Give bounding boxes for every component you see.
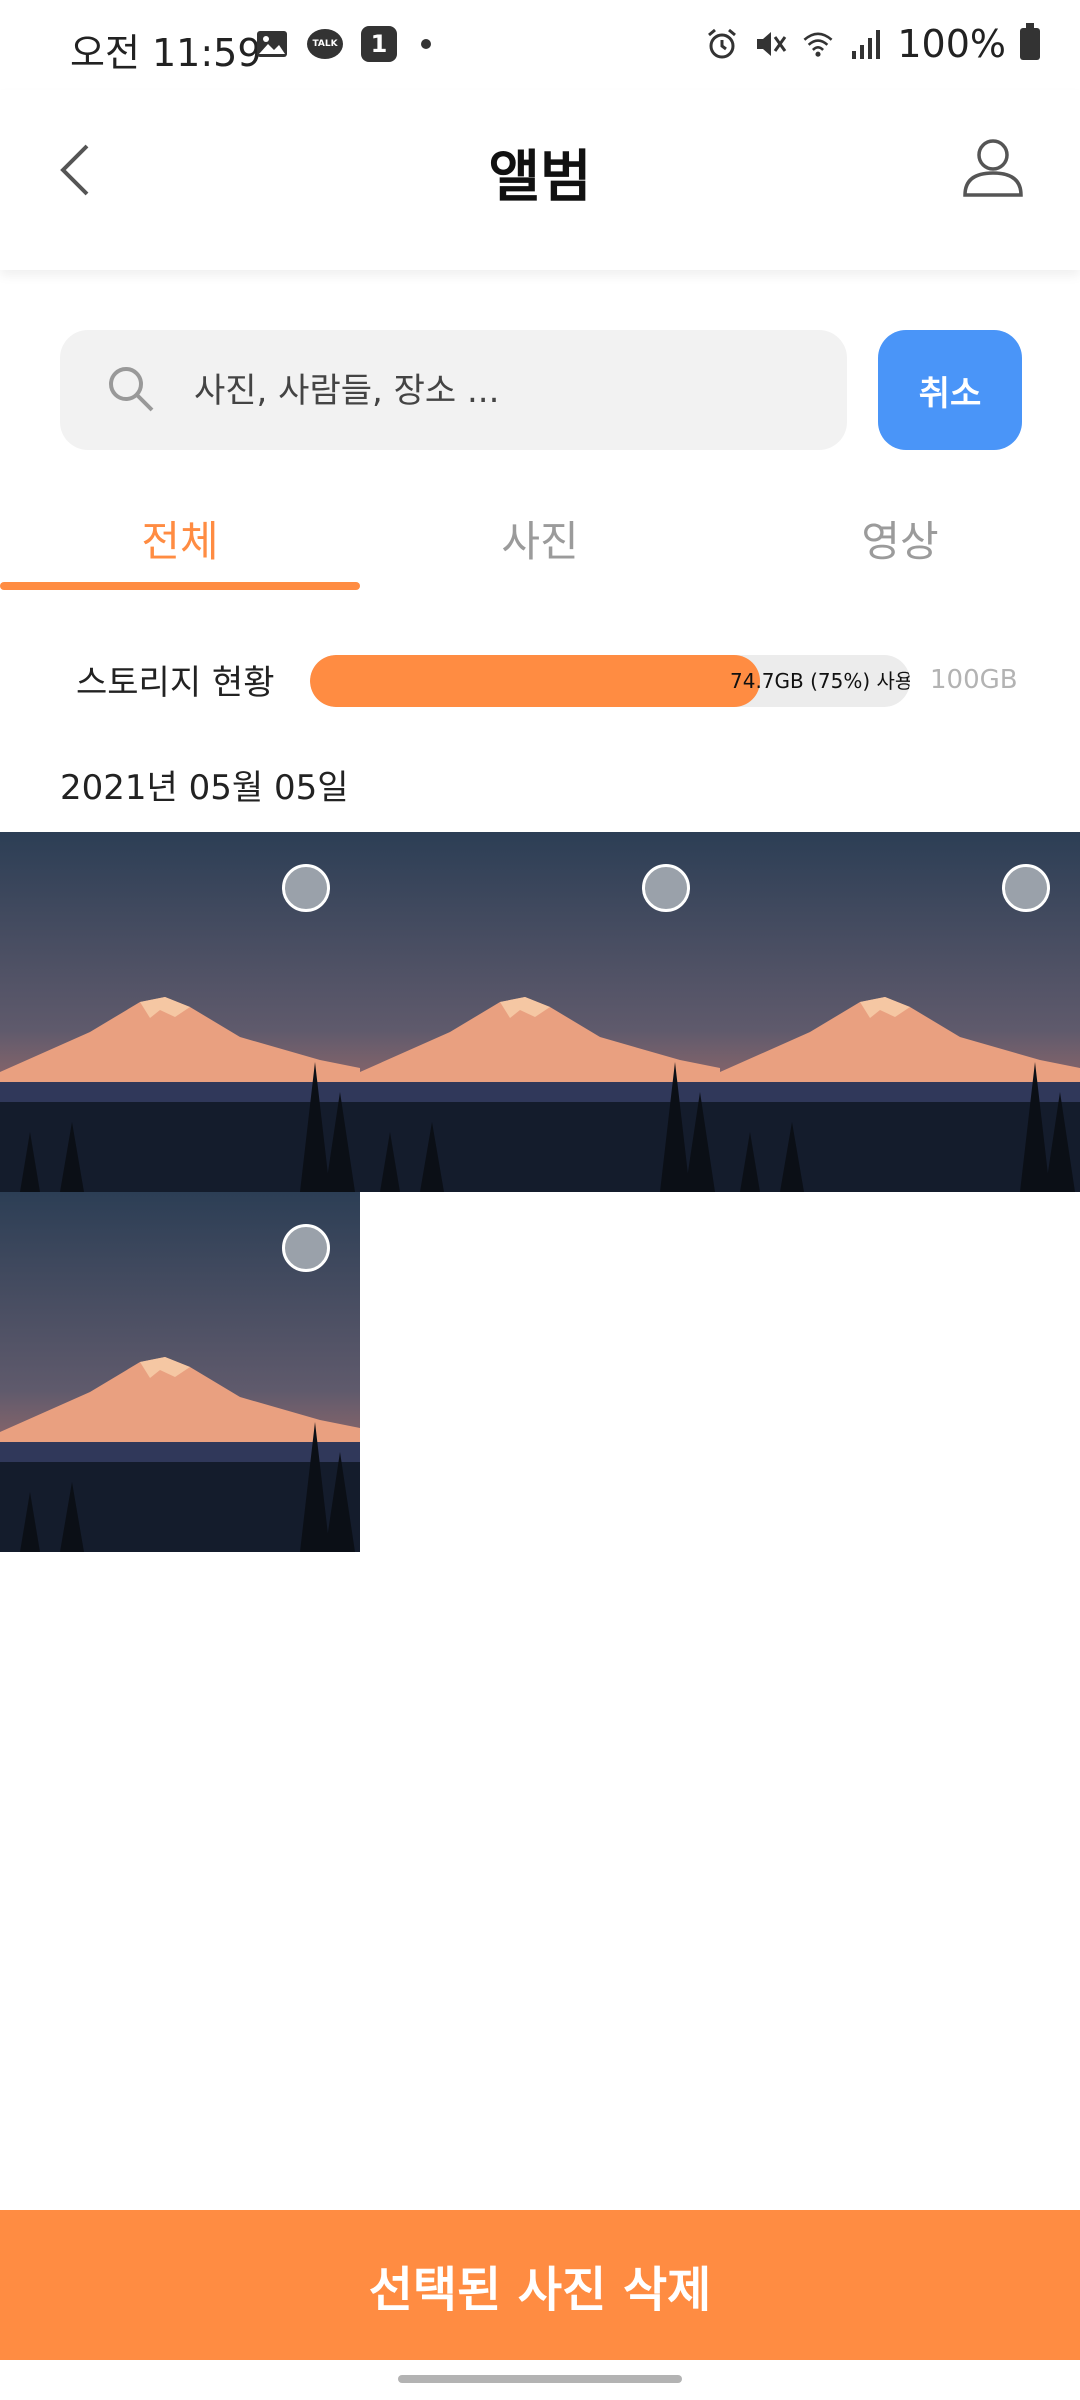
dot-icon [421,39,431,49]
photo-thumbnail[interactable] [360,832,720,1192]
kakaotalk-icon: TALK [307,29,343,59]
status-left-icons: TALK 1 [255,26,431,62]
tab-videos[interactable]: 영상 [720,490,1080,590]
alarm-icon [705,27,739,61]
tab-photos[interactable]: 사진 [360,490,720,590]
storage-used-text: 74.7GB (75%) 사용중 [730,669,910,693]
select-checkbox[interactable] [642,864,690,912]
page-title: 앨범 [488,145,592,210]
album-date-header: 2021년 05월 05일 [60,768,349,808]
photo-thumbnail[interactable] [720,832,1080,1192]
storage-progress-fill [310,655,760,707]
delete-selected-button[interactable]: 선택된 사진 삭제 [0,2210,1080,2360]
status-right-icons: 100% [705,22,1040,66]
notification-badge: 1 [361,26,397,62]
search-icon [104,362,158,416]
battery-percent: 100% [897,22,1006,66]
wifi-icon [801,27,835,61]
gallery-icon [255,27,289,61]
photo-thumbnail[interactable] [0,1192,360,1552]
home-indicator[interactable] [398,2375,682,2383]
select-checkbox[interactable] [282,864,330,912]
cancel-button[interactable]: 취소 [878,330,1022,450]
search-input[interactable] [192,358,816,424]
storage-label: 스토리지 현황 [76,663,275,703]
photo-thumbnail[interactable] [0,832,360,1192]
mute-icon [753,27,787,61]
select-checkbox[interactable] [1002,864,1050,912]
battery-icon [1020,23,1040,60]
tab-bar: 전체 사진 영상 [0,490,1080,590]
tab-all[interactable]: 전체 [0,490,360,590]
status-time: 오전 11:59 [70,31,262,75]
select-checkbox[interactable] [282,1224,330,1272]
app-header: 앨범 [0,90,1080,270]
status-bar: 오전 11:59 TALK 1 100% [0,0,1080,90]
storage-progress-bar: 74.7GB (75%) 사용중 [310,655,910,707]
search-box [60,330,847,450]
profile-icon[interactable] [961,135,1025,199]
signal-icon [849,27,883,61]
storage-total: 100GB [930,665,1018,695]
